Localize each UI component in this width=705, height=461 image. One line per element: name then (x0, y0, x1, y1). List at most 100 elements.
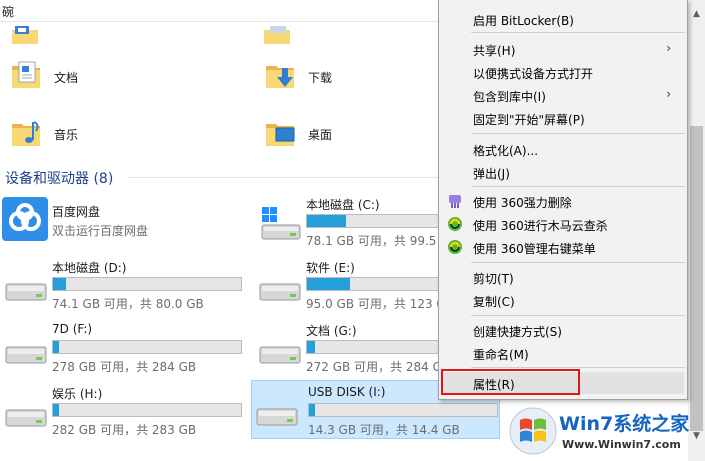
menu-item-include-library[interactable]: 包含到库中(I) › (439, 84, 687, 106)
usb-drive-icon (256, 408, 298, 426)
baidu-netdisk-icon (2, 197, 48, 241)
watermark: Win7系统之家 Www.Winwin7.com (504, 400, 704, 461)
drive-usage-bar (52, 403, 242, 417)
menu-item-label: 固定到"开始"屏幕(P) (473, 113, 585, 127)
drive-tile-baidu[interactable]: 百度网盘 双击运行百度网盘 (0, 193, 238, 253)
scroll-up-arrow-icon[interactable]: ▲ (688, 6, 705, 23)
drive-name: 7D (F:) (52, 322, 93, 336)
menu-item-label: 复制(C) (473, 295, 515, 309)
menu-item-label: 创建快捷方式(S) (473, 325, 562, 339)
watermark-brand: Win7系统之家 (559, 413, 690, 435)
menu-item-360-shred[interactable]: 使用 360强力删除 (439, 190, 687, 212)
menu-item-label: 重命名(M) (473, 348, 529, 362)
scrollbar-thumb[interactable] (690, 126, 703, 431)
drive-free-space: 78.1 GB 可用，共 99.5 (306, 234, 437, 248)
drive-free-space: 74.1 GB 可用，共 80.0 GB (52, 297, 204, 311)
drive-usage-fill (53, 278, 67, 290)
menu-item-label: 使用 360进行木马云查杀 (473, 219, 608, 233)
drive-name: 娱乐 (H:) (52, 387, 103, 401)
menu-item-label: 包含到库中(I) (473, 90, 546, 104)
menu-item-label: 格式化(A)... (473, 144, 539, 158)
drive-usage-fill (309, 404, 315, 416)
drive-tile-h[interactable]: 娱乐 (H:) 282 GB 可用，共 283 GB (0, 382, 242, 442)
drive-name: 文档 (G:) (306, 324, 357, 338)
menu-item-360-menu-manager[interactable]: 使用 360管理右键菜单 (439, 236, 687, 258)
hard-drive-icon (5, 346, 47, 364)
menu-item-eject[interactable]: 弹出(J) (439, 161, 687, 183)
drive-usage-bar (52, 340, 242, 354)
drive-usage-bar (308, 403, 498, 417)
watermark-url: Www.Winwin7.com (562, 438, 681, 451)
menu-item-share[interactable]: 共享(H) › (439, 38, 687, 60)
menu-item-360-scan[interactable]: 使用 360进行木马云查杀 (439, 213, 687, 235)
downloads-folder-icon (266, 66, 294, 88)
hard-drive-icon (5, 283, 47, 301)
partial-folder-icon (12, 26, 38, 44)
menu-item-pin-start[interactable]: 固定到"开始"屏幕(P) (439, 107, 687, 129)
menu-item-cut[interactable]: 剪切(T) (439, 266, 687, 288)
address-bar[interactable]: 碗 (0, 0, 440, 22)
windows7-logo-icon (509, 407, 557, 455)
folder-label-music: 音乐 (54, 128, 79, 142)
menu-item-format[interactable]: 格式化(A)... (439, 138, 687, 160)
menu-separator (471, 367, 685, 368)
drive-usage-fill (307, 215, 347, 227)
drive-usage-fill (307, 341, 315, 353)
menu-item-rename[interactable]: 重命名(M) (439, 342, 687, 364)
menu-separator (471, 186, 685, 187)
folder-label-downloads: 下载 (308, 71, 333, 85)
drive-free-space: 14.3 GB 可用，共 14.4 GB (308, 423, 460, 437)
hard-drive-icon (259, 283, 301, 301)
menu-item-open-portable[interactable]: 以便携式设备方式打开 (439, 61, 687, 83)
menu-item-copy[interactable]: 复制(C) (439, 289, 687, 311)
desktop-folder-icon (266, 124, 295, 146)
menu-item-label: 使用 360管理右键菜单 (473, 242, 596, 256)
drive-name: 百度网盘 (52, 205, 101, 219)
360-scan-icon (448, 217, 462, 231)
menu-separator (471, 315, 685, 316)
drive-free-space: 278 GB 可用，共 284 GB (52, 360, 197, 374)
folder-label-documents: 文档 (54, 71, 79, 85)
drive-usage-bar (52, 277, 242, 291)
drive-free-space: 282 GB 可用，共 283 GB (52, 423, 197, 437)
menu-separator (471, 262, 685, 263)
drive-free-space: 272 GB 可用，共 284 GB (306, 360, 451, 374)
drive-name: 本地磁盘 (C:) (306, 198, 380, 212)
hard-drive-icon (5, 409, 47, 427)
menu-item-label: 弹出(J) (473, 167, 510, 181)
menu-item-label: 使用 360强力删除 (473, 196, 572, 210)
drive-usage-fill (53, 404, 59, 416)
submenu-arrow-icon: › (666, 87, 671, 101)
address-bar-text: 碗 (2, 5, 15, 19)
360-shred-icon (449, 195, 461, 208)
drive-usage-fill (307, 278, 351, 290)
windows-drive-icon (261, 207, 301, 240)
context-menu: 启用 BitLocker(B) 共享(H) › 以便携式设备方式打开 包含到库中… (438, 0, 688, 400)
menu-item-label: 启用 BitLocker(B) (473, 14, 574, 28)
menu-item-label: 剪切(T) (473, 272, 514, 286)
menu-item-label: 以便携式设备方式打开 (473, 67, 594, 81)
menu-item-label: 共享(H) (473, 44, 516, 58)
drive-free-space: 95.0 GB 可用，共 123 G (306, 297, 446, 311)
drive-name: 软件 (E:) (306, 261, 355, 275)
360-menu-icon (448, 240, 462, 254)
drive-tile-f[interactable]: 7D (F:) 278 GB 可用，共 284 GB (0, 319, 242, 379)
drive-subtext: 双击运行百度网盘 (52, 224, 149, 238)
menu-separator (471, 32, 685, 33)
music-folder-icon (12, 121, 40, 146)
menu-item-create-shortcut[interactable]: 创建快捷方式(S) (439, 319, 687, 341)
documents-folder-icon (12, 61, 40, 88)
folder-label-desktop: 桌面 (308, 128, 333, 142)
section-divider (128, 177, 440, 178)
drive-name: USB DISK (I:) (308, 385, 386, 399)
hard-drive-icon (259, 346, 301, 364)
section-header-devices[interactable]: 设备和驱动器 (8) (5, 168, 113, 188)
submenu-arrow-icon: › (666, 41, 671, 55)
menu-separator (471, 133, 685, 134)
annotation-highlight-box (441, 369, 580, 395)
drive-usage-fill (53, 341, 59, 353)
drive-name: 本地磁盘 (D:) (52, 261, 127, 275)
drive-tile-d[interactable]: 本地磁盘 (D:) 74.1 GB 可用，共 80.0 GB (0, 256, 242, 316)
menu-item-bitlocker[interactable]: 启用 BitLocker(B) (439, 8, 687, 30)
partial-folder-icon (264, 26, 290, 44)
